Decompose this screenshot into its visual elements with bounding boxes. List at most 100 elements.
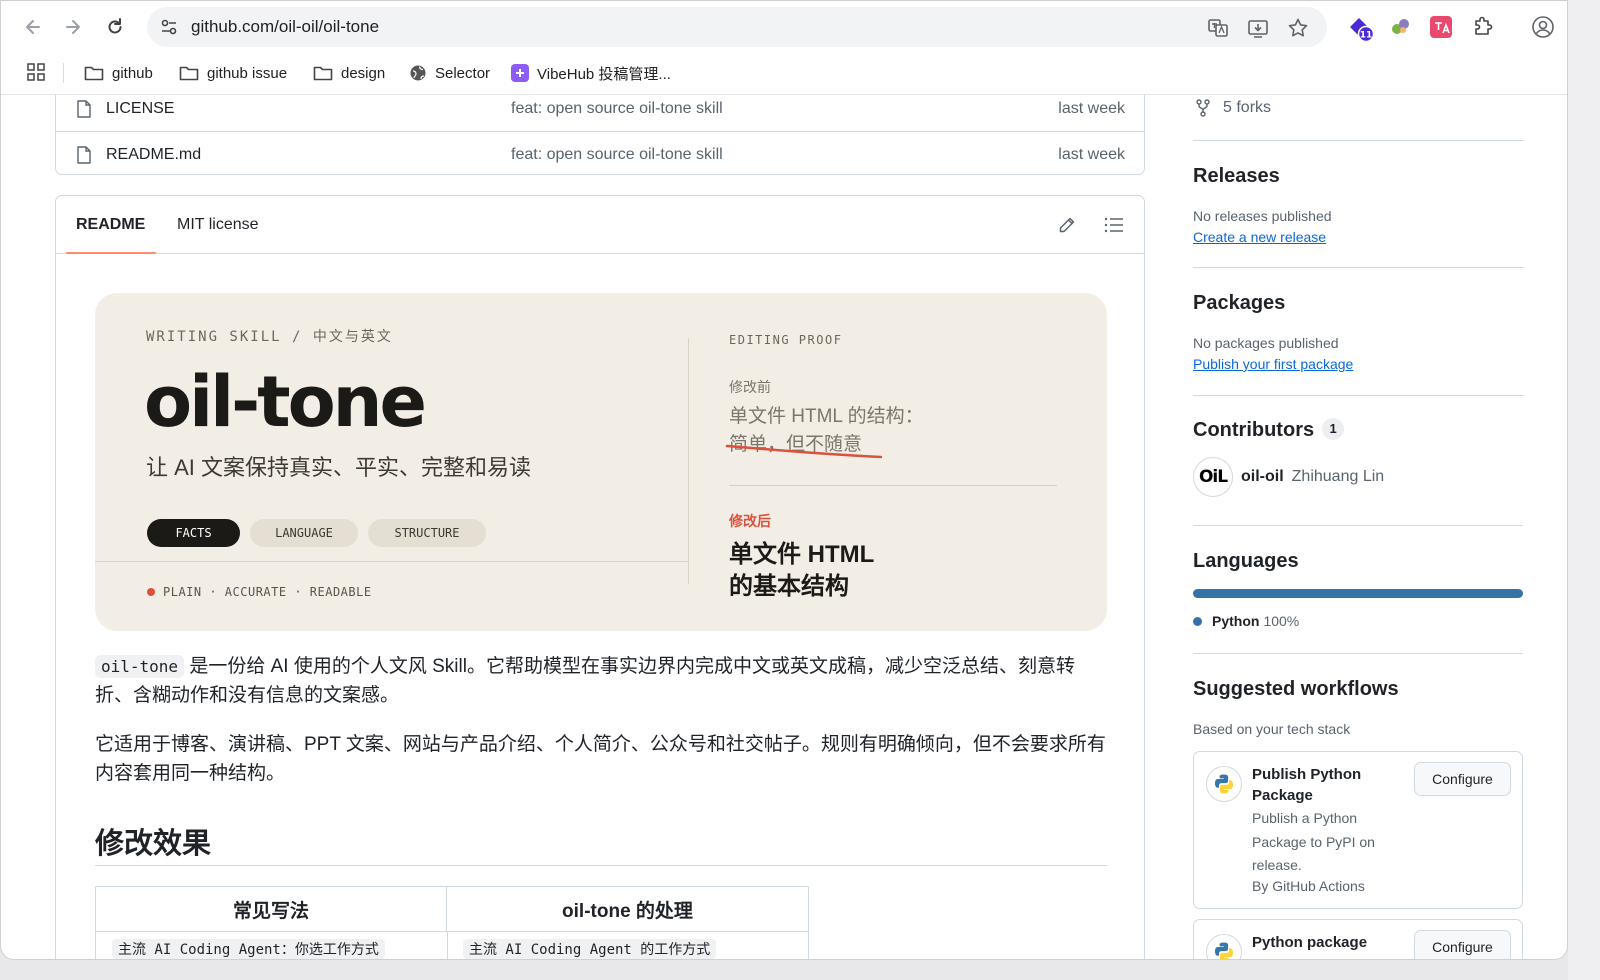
create-release-link[interactable]: Create a new release (1193, 229, 1326, 245)
forks-count[interactable]: 5 forks (1223, 99, 1271, 117)
sidebar-divider (1193, 395, 1523, 396)
hero-subtitle: 让 AI 文案保持真实、平实、完整和易读 (146, 455, 532, 480)
forks-link[interactable]: 5 forks (1195, 99, 1271, 117)
hero-footer-text: PLAIN · ACCURATE · READABLE (163, 585, 372, 599)
contributors-title[interactable]: Contributors 1 (1193, 418, 1345, 442)
workflow-author: By GitHub Actions (1252, 878, 1365, 894)
contributors-count: 1 (1322, 418, 1345, 440)
contributor-login[interactable]: oil-oil (1241, 468, 1284, 486)
extension-badge-count: 11 (1360, 31, 1373, 41)
configure-button[interactable]: Configure (1414, 930, 1511, 959)
pill-structure: STRUCTURE (368, 519, 486, 547)
proof-label: EDITING PROOF (729, 333, 843, 347)
site-settings-icon[interactable] (159, 17, 179, 37)
forward-button[interactable] (59, 13, 87, 41)
reload-icon (108, 18, 122, 34)
inline-code: oil-tone (95, 655, 185, 678)
section-heading: 修改效果 (95, 820, 1107, 866)
hero-vertical-divider (688, 338, 689, 584)
contributor-item[interactable]: OiL oil-oil Zhihuang Lin (1193, 457, 1384, 497)
translate-icon[interactable] (1207, 17, 1229, 39)
readme-hero-banner: WRITING SKILL / 中文与英文 oil-tone 让 AI 文案保持… (95, 293, 1107, 631)
profile-icon[interactable] (1531, 15, 1555, 39)
bookmark-design[interactable]: design (313, 61, 385, 85)
bookmark-github[interactable]: github (84, 61, 153, 85)
file-row-readme[interactable]: README.md feat: open source oil-tone ski… (56, 131, 1144, 177)
hero-divider (95, 561, 688, 562)
sidebar-divider (1193, 653, 1523, 654)
packages-title[interactable]: Packages (1193, 292, 1285, 315)
hero-footer: PLAIN · ACCURATE · READABLE (147, 585, 372, 599)
bookmark-label: Selector (435, 64, 491, 82)
table-divider (447, 932, 448, 959)
address-bar[interactable]: github.com/oil-oil/oil-tone (147, 7, 1327, 47)
folder-icon (313, 66, 333, 81)
bookmarks-divider (63, 63, 64, 83)
bookmark-label: github issue (207, 64, 288, 82)
reload-button[interactable] (101, 13, 129, 41)
browser-toolbar: github.com/oil-oil/oil-tone 11 (1, 1, 1567, 53)
file-row-license[interactable]: LICENSE feat: open source oil-tone skill… (56, 95, 1144, 132)
configure-button[interactable]: Configure (1414, 762, 1511, 796)
apps-grid-icon[interactable] (27, 63, 45, 81)
install-app-icon[interactable] (1247, 17, 1269, 39)
folder-icon (84, 66, 104, 81)
hero-kicker: WRITING SKILL / 中文与英文 (146, 329, 393, 345)
translator-extension-icon[interactable] (1429, 15, 1453, 39)
url-text[interactable]: github.com/oil-oil/oil-tone (191, 17, 379, 37)
bookmark-github-issue[interactable]: github issue (179, 61, 287, 85)
strikethrough-mark (725, 444, 883, 459)
workflow-description: Publish a Python Package to PyPI on rele… (1252, 810, 1375, 873)
after-label: 修改后 (729, 513, 771, 529)
readme-header: README MIT license (56, 196, 1144, 254)
extensions-icon[interactable] (1471, 15, 1495, 39)
bookmark-vibehub[interactable]: VibeHub 投稿管理... (511, 61, 671, 85)
fork-icon (1196, 99, 1210, 117)
edit-pencil-icon[interactable] (1058, 216, 1076, 234)
readme-panel: README MIT license WRITING SKILL / 中文与英文… (55, 195, 1145, 959)
workflow-card: Publish Python Package Publish a Python … (1193, 751, 1523, 909)
before-line-1: 单文件 HTML 的结构： (729, 406, 924, 427)
tab-mit-license[interactable]: MIT license (177, 216, 259, 234)
workflow-title: Python package (1252, 934, 1368, 951)
releases-title[interactable]: Releases (1193, 165, 1280, 188)
commit-message[interactable]: feat: open source oil-tone skill (511, 146, 723, 164)
bookmark-selector[interactable]: Selector (409, 61, 490, 85)
puzzle-extension-icon[interactable] (1389, 15, 1413, 39)
after-line-2: 的基本结构 (729, 573, 849, 600)
python-logo-icon (1206, 934, 1242, 959)
github-repo-page: LICENSE feat: open source oil-tone skill… (13, 95, 1567, 959)
contributor-fullname: Zhihuang Lin (1291, 468, 1385, 485)
python-logo-icon (1206, 766, 1242, 802)
workflows-subtitle: Based on your tech stack (1193, 721, 1351, 737)
language-bar[interactable] (1193, 589, 1523, 598)
file-name[interactable]: README.md (106, 146, 201, 164)
extension-badge-icon[interactable]: 11 (1347, 15, 1375, 43)
arrow-left-icon (26, 20, 40, 34)
proof-divider (729, 485, 1057, 486)
bookmark-star-icon[interactable] (1287, 17, 1309, 39)
folder-icon (179, 66, 199, 81)
publish-package-link[interactable]: Publish your first package (1193, 356, 1353, 372)
workflows-title: Suggested workflows (1193, 678, 1399, 700)
tab-readme[interactable]: README (76, 216, 145, 234)
table-cell: 主流 AI Coding Agent 的工作方式 (463, 939, 717, 959)
commit-date: last week (1058, 100, 1125, 117)
language-item[interactable]: Python 100% (1193, 613, 1299, 629)
table-cell: 主流 AI Coding Agent：你选工作方式 (112, 939, 385, 959)
languages-title: Languages (1193, 550, 1299, 572)
readme-paragraph-1: oil-tone 是一份给 AI 使用的个人文风 Skill。它帮助模型在事实边… (95, 652, 1107, 710)
sidebar-divider (1193, 525, 1523, 526)
table-header-common: 常见写法 (96, 887, 447, 932)
avatar[interactable]: OiL (1193, 457, 1233, 497)
back-button[interactable] (19, 13, 47, 41)
readme-paragraph-2: 它适用于博客、演讲稿、PPT 文案、网站与产品介绍、个人简介、公众号和社交帖子。… (95, 734, 1106, 784)
file-name[interactable]: LICENSE (106, 100, 174, 118)
status-dot (147, 588, 155, 596)
table-header-oil-tone: oil-tone 的处理 (447, 887, 808, 932)
bookmark-label: design (341, 64, 386, 82)
language-name: Python (1212, 613, 1260, 629)
outline-list-icon[interactable] (1104, 216, 1124, 234)
commit-message[interactable]: feat: open source oil-tone skill (511, 100, 723, 118)
before-label: 修改前 (729, 379, 771, 395)
